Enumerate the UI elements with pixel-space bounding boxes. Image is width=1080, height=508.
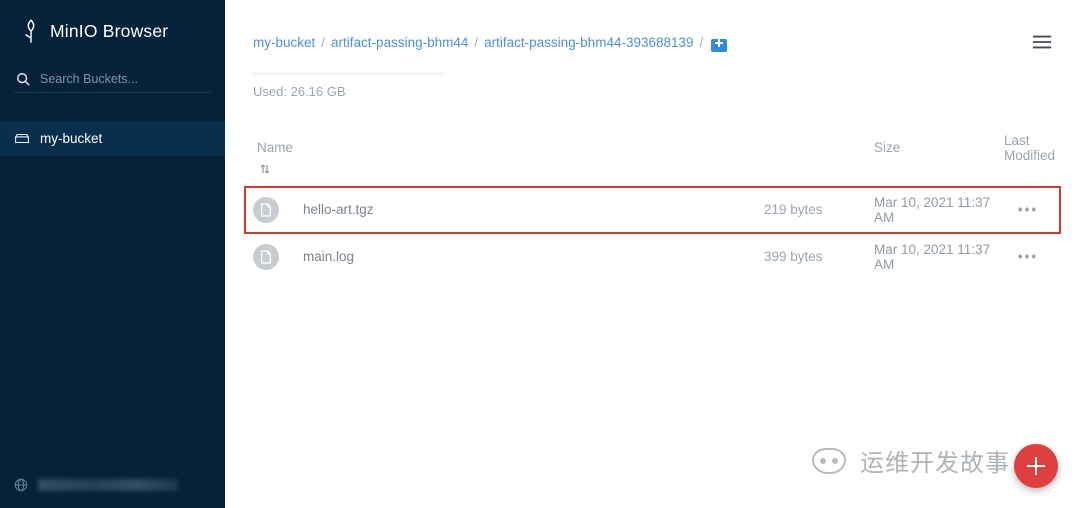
globe-icon: [14, 478, 28, 492]
file-icon: [253, 244, 279, 270]
bucket-search-input[interactable]: [40, 72, 209, 86]
breadcrumb-link[interactable]: my-bucket: [253, 34, 315, 53]
hamburger-menu-button[interactable]: [1032, 34, 1052, 50]
breadcrumb: my-bucket / artifact-passing-bhm44 / art…: [253, 34, 727, 53]
sidebar-footer: [0, 472, 225, 498]
breadcrumb-sep: /: [321, 34, 325, 53]
sidebar: MinIO Browser my-bucket: [0, 0, 225, 508]
brand-logo-icon: [22, 18, 40, 44]
wechat-icon: [812, 448, 846, 474]
breadcrumb-link[interactable]: artifact-passing-bhm44-393688139: [484, 34, 693, 53]
object-row[interactable]: main.log 399 bytes Mar 10, 2021 11:37 AM…: [245, 233, 1060, 280]
brand-title: MinIO Browser: [50, 21, 168, 42]
add-button[interactable]: [1014, 444, 1058, 488]
th-modified[interactable]: Last Modified: [1004, 133, 1052, 163]
search-icon: [16, 72, 30, 86]
object-size: 399 bytes: [764, 249, 874, 264]
bucket-item[interactable]: my-bucket: [0, 121, 225, 156]
breadcrumb-area: my-bucket / artifact-passing-bhm44 / art…: [253, 34, 727, 99]
object-name: main.log: [289, 249, 764, 264]
th-size[interactable]: Size: [874, 140, 1004, 155]
main: my-bucket / artifact-passing-bhm44 / art…: [225, 0, 1080, 508]
th-name[interactable]: Name: [253, 140, 764, 155]
new-folder-icon[interactable]: [711, 39, 727, 52]
object-name: hello-art.tgz: [289, 202, 764, 217]
object-rows: hello-art.tgz 219 bytes Mar 10, 2021 11:…: [225, 187, 1080, 280]
file-icon: [253, 197, 279, 223]
sidebar-footer-host: [38, 479, 178, 491]
topbar: my-bucket / artifact-passing-bhm44 / art…: [225, 0, 1080, 99]
object-table-head: Name Size Last Modified: [225, 99, 1080, 187]
breadcrumb-sep: /: [700, 34, 704, 53]
object-actions-button[interactable]: •••: [1004, 249, 1052, 264]
watermark-text: 运维开发故事: [860, 443, 1010, 478]
bucket-list: my-bucket: [0, 121, 225, 156]
bucket-search: [0, 62, 225, 103]
bucket-search-box[interactable]: [14, 68, 211, 93]
sort-icon[interactable]: [253, 163, 289, 175]
breadcrumb-sep: /: [474, 34, 478, 53]
watermark: 运维开发故事: [812, 443, 1010, 478]
storage-used: Used: 26.16 GB: [253, 84, 443, 99]
breadcrumb-link[interactable]: artifact-passing-bhm44: [331, 34, 468, 53]
object-row[interactable]: hello-art.tgz 219 bytes Mar 10, 2021 11:…: [245, 187, 1060, 233]
object-actions-button[interactable]: •••: [1004, 202, 1052, 217]
brand: MinIO Browser: [0, 0, 225, 62]
object-modified: Mar 10, 2021 11:37 AM: [874, 195, 1004, 225]
app-root: MinIO Browser my-bucket: [0, 0, 1080, 508]
bucket-item-label: my-bucket: [40, 131, 102, 146]
object-modified: Mar 10, 2021 11:37 AM: [874, 242, 1004, 272]
bucket-icon: [14, 133, 30, 144]
object-size: 219 bytes: [764, 202, 874, 217]
storage-divider: Used: 26.16 GB: [253, 73, 443, 99]
